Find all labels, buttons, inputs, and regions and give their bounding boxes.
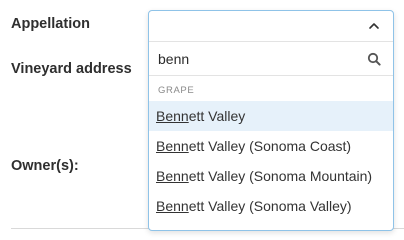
option-rest-text: ett Valley (Sonoma Valley) [188, 198, 352, 214]
option-rest-text: ett Valley [188, 108, 246, 124]
option-item[interactable]: Bennett Valley [149, 101, 393, 131]
option-item[interactable]: Bennett Valley (Sonoma Valley) [149, 191, 393, 221]
search-input[interactable] [158, 49, 358, 69]
appellation-select-toggle[interactable] [149, 11, 393, 41]
option-rest-text: ett Valley (Sonoma Mountain) [188, 168, 373, 184]
option-group-label: GRAPE [158, 85, 195, 96]
option-item[interactable]: Bennett Valley (Sonoma Coast) [149, 131, 393, 161]
option-match-text: Benn [156, 108, 189, 124]
appellation-dropdown[interactable]: GRAPE Bennett Valley Bennett Valley (Son… [148, 10, 394, 231]
option-item[interactable]: Bennett Valley (Sonoma Mountain) [149, 161, 393, 191]
vineyard-address-label: Vineyard address [11, 61, 132, 77]
option-rest-text: ett Valley (Sonoma Coast) [188, 138, 352, 154]
options-list: Bennett Valley Bennett Valley (Sonoma Co… [149, 101, 393, 221]
option-match-text: Benn [156, 198, 189, 214]
option-match-text: Benn [156, 168, 189, 184]
owner-label: Owner(s): [11, 158, 79, 174]
appellation-label: Appellation [11, 16, 90, 32]
search-icon [367, 52, 381, 66]
dropdown-search-row [149, 41, 393, 76]
chevron-up-icon[interactable] [367, 19, 381, 33]
option-match-text: Benn [156, 138, 189, 154]
